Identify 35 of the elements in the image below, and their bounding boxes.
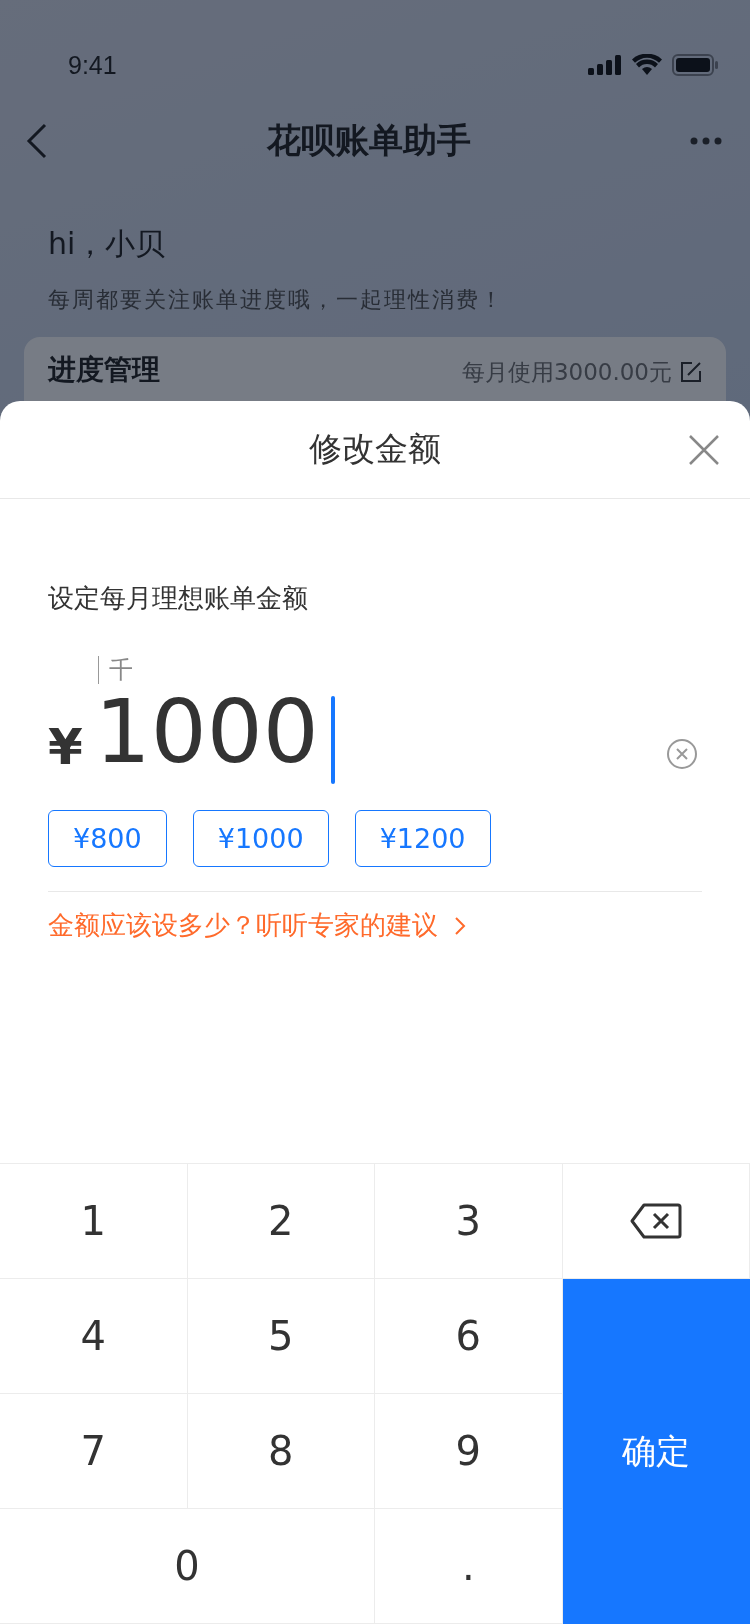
keypad-key[interactable]: 2 [187,1164,375,1279]
preset-amount-button[interactable]: ¥800 [48,810,167,867]
keypad-key[interactable]: 4 [0,1279,188,1394]
card-title: 进度管理 [48,352,161,388]
close-icon[interactable] [688,434,720,466]
greeting-subtitle: 每周都要关注账单进度哦，一起理性消费！ [48,286,505,314]
currency-symbol: ¥ [48,718,83,776]
more-icon[interactable] [690,137,722,145]
signal-icon [588,55,622,75]
status-time: 9:41 [68,50,117,80]
keypad-key[interactable]: 5 [187,1279,375,1394]
unit-hint: 千 [98,656,133,684]
keypad-key[interactable]: 3 [375,1164,563,1279]
back-icon[interactable] [26,123,48,159]
keypad-key[interactable]: . [375,1509,563,1624]
sheet-title: 修改金额 [309,428,441,470]
keypad-key[interactable]: 6 [375,1279,563,1394]
amount-label: 设定每月理想账单金额 [48,582,309,615]
monthly-usage-text: 每月使用3000.00元 [461,358,672,387]
keypad-key[interactable]: 8 [187,1394,375,1509]
preset-amount-button[interactable]: ¥1200 [354,810,491,867]
wifi-icon [632,54,662,76]
keypad-key[interactable]: 9 [375,1394,563,1509]
amount-input-field[interactable]: 1000 [94,686,319,778]
keypad-key[interactable]: 7 [0,1394,188,1509]
keypad-key[interactable]: 1 [0,1164,188,1279]
clear-icon[interactable] [666,738,698,770]
keypad-key[interactable]: 0 [0,1509,375,1624]
page-title: 花呗账单助手 [267,119,471,162]
preset-amount-button[interactable]: ¥1000 [192,810,329,867]
confirm-button[interactable]: 确定 [562,1279,750,1624]
greeting-title: hi，小贝 [48,225,167,263]
chevron-right-icon [454,915,466,936]
backspace-icon[interactable] [629,1203,682,1239]
edit-icon[interactable] [680,361,702,383]
